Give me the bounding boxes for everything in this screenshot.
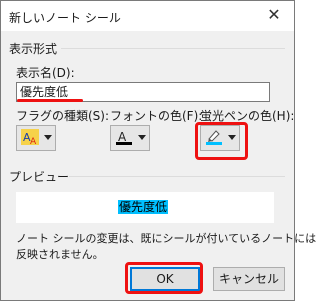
flag-type-label: フラグの種類(S): <box>16 109 110 123</box>
preview-area: 優先度低 <box>16 192 274 223</box>
preview-group-label: プレビュー <box>9 170 70 184</box>
svg-text:A: A <box>30 137 37 145</box>
dialog-title: 新しいノート シール <box>9 11 121 25</box>
display-name-label: 表示名(D): <box>16 66 75 80</box>
svg-text:A: A <box>118 130 127 144</box>
note-text-line2: 反映されません。 <box>16 248 104 261</box>
note-text-line1: ノート シールの変更は、既にシールが付いているノートには <box>16 232 317 245</box>
chevron-down-icon <box>228 135 236 140</box>
font-color-label: フォントの色(F): <box>110 109 203 123</box>
highlight-color-combo[interactable] <box>200 125 240 151</box>
flag-type-combo[interactable]: A A <box>16 125 56 151</box>
close-icon[interactable]: ✕ <box>264 5 284 25</box>
font-color-combo[interactable]: A <box>110 125 150 151</box>
display-name-value: 優先度低 <box>20 85 69 99</box>
display-format-group-label: 表示形式 <box>9 42 58 56</box>
cancel-button[interactable]: キャンセル <box>213 267 285 291</box>
group-divider <box>61 48 285 49</box>
group-divider <box>69 176 285 177</box>
new-note-tag-dialog: 新しいノート シール ✕ 表示形式 表示名(D): 優先度低 フラグの種類(S)… <box>0 0 316 301</box>
flag-type-icon: A A <box>21 129 39 147</box>
highlight-color-label: 蛍光ペンの色(H): <box>200 109 295 123</box>
highlighter-icon <box>205 129 223 145</box>
font-color-icon: A <box>115 129 133 145</box>
title-bar: 新しいノート シール ✕ <box>1 1 294 31</box>
chevron-down-icon <box>138 135 146 140</box>
ok-button[interactable]: OK <box>130 267 200 291</box>
annotation-underline <box>17 99 83 102</box>
chevron-down-icon <box>44 135 52 140</box>
preview-text: 優先度低 <box>118 200 169 214</box>
